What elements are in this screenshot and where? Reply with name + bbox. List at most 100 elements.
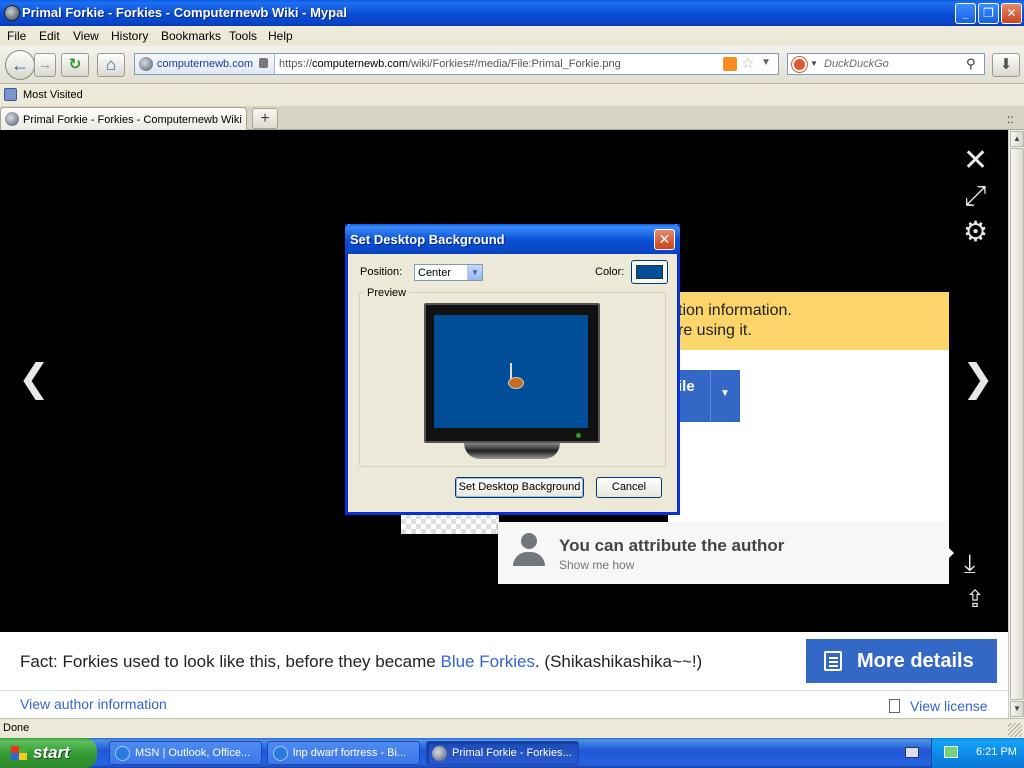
identity-domain: computernewb.com [157, 58, 253, 70]
blue-forkies-link[interactable]: Blue Forkies [440, 652, 534, 671]
chevron-down-icon[interactable]: ▼ [720, 388, 730, 399]
taskbar-item-msn[interactable]: MSN | Outlook, Office... [109, 741, 262, 765]
mypal-icon [432, 746, 447, 761]
forkie-body [508, 377, 524, 389]
monitor-preview-image [424, 303, 600, 443]
view-license-link[interactable]: View license [910, 698, 988, 714]
site-identity-block[interactable]: computernewb.com [135, 54, 275, 74]
close-window-button[interactable]: ✕ [1001, 3, 1022, 24]
next-image-icon[interactable]: ❯ [962, 360, 994, 398]
keyboard-icon[interactable] [905, 747, 919, 758]
color-picker-button[interactable] [631, 260, 668, 284]
position-value: Center [418, 267, 452, 279]
position-select[interactable]: Center ▼ [414, 264, 483, 281]
back-button[interactable]: ← [5, 50, 35, 80]
view-author-link[interactable]: View author information [20, 696, 167, 712]
attribution-card[interactable]: You can attribute the author Show me how [498, 522, 954, 584]
minimize-button[interactable]: _ [955, 3, 976, 24]
scroll-up-arrow[interactable]: ▲ [1010, 131, 1024, 147]
dialog-title-bar[interactable]: Set Desktop Background ✕ [345, 224, 680, 254]
share-icon[interactable]: ⇪ [965, 588, 985, 612]
url-host: computernewb.com [312, 58, 409, 70]
attribution-show-how[interactable]: Show me how [559, 558, 634, 572]
preview-label: Preview [364, 287, 410, 299]
menu-help[interactable]: Help [268, 29, 293, 43]
rss-feed-icon[interactable] [723, 57, 737, 71]
license-icon [889, 699, 900, 713]
fullscreen-icon[interactable]: ⤢ [964, 182, 986, 210]
scroll-thumb[interactable] [1010, 148, 1024, 700]
color-swatch [636, 265, 663, 279]
tab-primal-forkie[interactable]: Primal Forkie - Forkies - Computernewb W… [0, 107, 247, 130]
taskbar-item-primal-forkie[interactable]: Primal Forkie - Forkies... [426, 741, 579, 765]
taskbar-item-label: lnp dwarf fortress - Bi... [293, 747, 407, 759]
menu-view[interactable]: View [73, 29, 99, 43]
start-label: start [33, 743, 70, 762]
bookmark-star-icon[interactable]: ☆ [741, 54, 754, 72]
dialog-close-button[interactable]: ✕ [654, 229, 675, 250]
search-input[interactable]: DuckDuckGo [824, 58, 889, 70]
home-button[interactable]: ⌂ [97, 53, 125, 77]
menu-tools[interactable]: Tools [229, 29, 257, 43]
search-engine-dropdown[interactable]: ▼ [810, 59, 818, 68]
page-scrollbar[interactable]: ▲ ▼ [1008, 130, 1024, 718]
mypal-app-icon[interactable] [4, 5, 20, 21]
system-tray: 6:21 PM [931, 738, 1024, 768]
tab-strip: Primal Forkie - Forkies - Computernewb W… [0, 106, 1024, 130]
taskbar-item-label: Primal Forkie - Forkies... [452, 747, 572, 759]
document-icon [824, 651, 842, 671]
set-desktop-background-dialog: Set Desktop Background ✕ Position: Cente… [345, 224, 680, 515]
desktop-preview-screen [434, 315, 588, 428]
url-bar[interactable]: computernewb.com https://computernewb.co… [134, 53, 779, 75]
window-title-bar[interactable]: Primal Forkie - Forkies - Computernewb W… [0, 0, 1024, 26]
search-icon[interactable]: ⚲ [966, 56, 976, 72]
image-caption: Fact: Forkies used to look like this, be… [20, 652, 702, 672]
banner-line-1: tion information. [678, 302, 792, 319]
taskbar-item-label: MSN | Outlook, Office... [135, 747, 251, 759]
scroll-down-arrow[interactable]: ▼ [1010, 701, 1024, 717]
user-avatar-icon [521, 533, 537, 549]
caption-text-suffix: . (Shikashikashika~~!) [534, 652, 703, 671]
viewer-close-icon[interactable]: ✕ [963, 146, 988, 176]
menu-file[interactable]: File [7, 29, 26, 43]
more-details-button[interactable]: More details [806, 639, 997, 683]
previous-image-icon[interactable]: ❮ [18, 360, 50, 398]
cancel-button[interactable]: Cancel [596, 477, 662, 498]
new-tab-button[interactable]: + [252, 108, 278, 129]
set-desktop-background-button[interactable]: Set Desktop Background [455, 477, 584, 498]
settings-gear-icon[interactable]: ⚙ [963, 218, 988, 246]
color-label: Color: [595, 266, 625, 278]
url-history-dropdown[interactable]: ▼ [761, 57, 771, 68]
monitor-stand [464, 443, 560, 459]
favicon-icon [5, 112, 19, 126]
search-bar[interactable]: ▼ DuckDuckGo ⚲ [787, 53, 985, 75]
button-separator [710, 370, 711, 422]
bookmark-most-visited[interactable]: Most Visited [23, 89, 83, 101]
duckduckgo-engine-icon[interactable] [792, 57, 807, 72]
resize-grip[interactable] [1008, 723, 1022, 737]
license-info-banner: tion information. re using it. [668, 292, 949, 350]
taskbar-item-dwarf-fortress[interactable]: lnp dwarf fortress - Bi... [267, 741, 420, 765]
list-all-tabs-button[interactable]: :: [1007, 112, 1014, 126]
downloads-button[interactable]: ⬇ [992, 53, 1020, 77]
menu-bookmarks[interactable]: Bookmarks [161, 29, 221, 43]
power-led [576, 433, 581, 438]
chevron-down-icon[interactable]: ▼ [467, 265, 482, 280]
internet-explorer-icon [273, 746, 288, 761]
url-text[interactable]: https://computernewb.com/wiki/Forkies#/m… [279, 58, 621, 70]
download-icon[interactable]: ⤓ [964, 550, 976, 576]
forward-button[interactable]: → [34, 53, 56, 77]
menu-edit[interactable]: Edit [39, 29, 60, 43]
start-button[interactable]: start [0, 738, 97, 768]
windows-taskbar: start MSN | Outlook, Office... lnp dwarf… [0, 738, 1024, 768]
menu-history[interactable]: History [111, 29, 148, 43]
clock[interactable]: 6:21 PM [976, 746, 1017, 758]
tab-label: Primal Forkie - Forkies - Computernewb W… [23, 114, 242, 126]
user-avatar-body [513, 552, 545, 566]
maximize-button[interactable]: ❐ [978, 3, 999, 24]
reload-button[interactable]: ↻ [61, 53, 89, 77]
window-title: Primal Forkie - Forkies - Computernewb W… [22, 5, 347, 20]
network-icon[interactable] [944, 746, 958, 758]
bookmarks-toolbar: Most Visited [0, 84, 1024, 106]
attribution-pointer [945, 544, 954, 562]
